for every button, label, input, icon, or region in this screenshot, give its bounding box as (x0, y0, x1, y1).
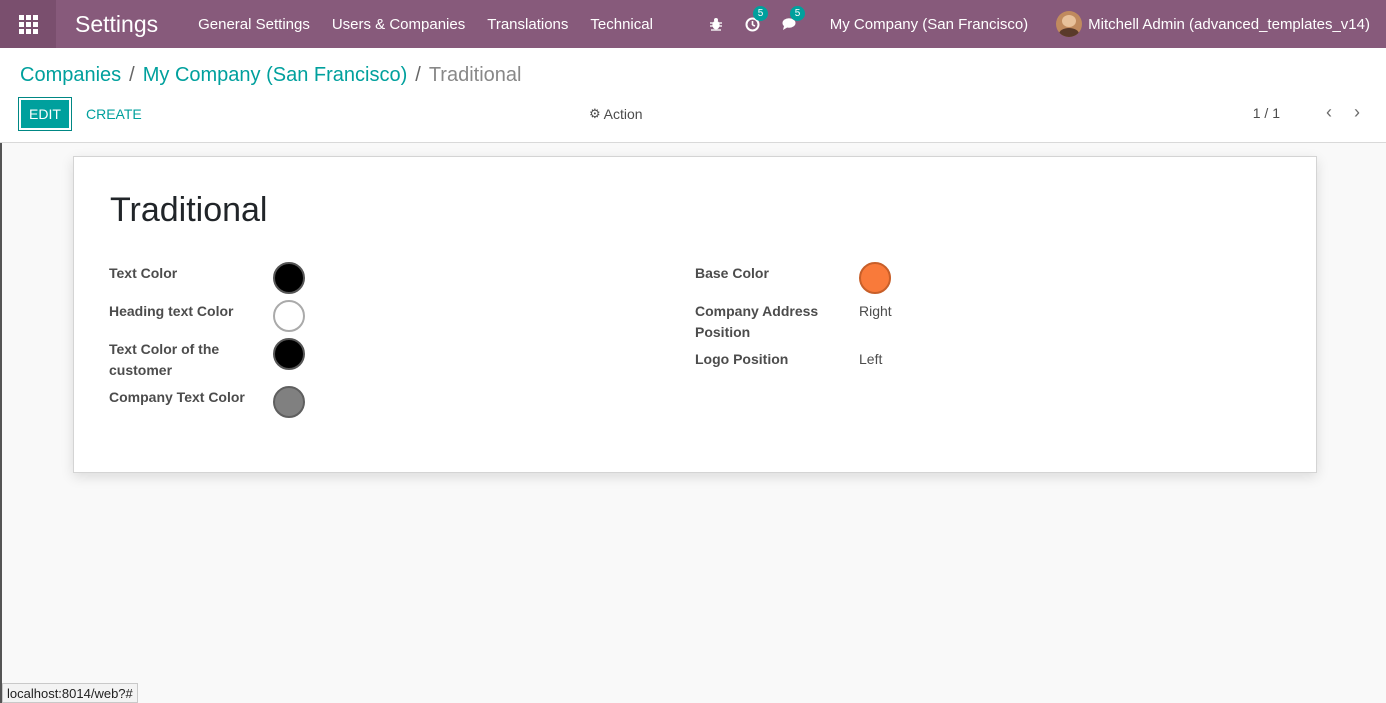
messages-button[interactable]: 5 (782, 6, 806, 31)
customer-text-color-label: Text Color of the customer (109, 341, 220, 378)
company-address-position-value: Right (859, 303, 892, 319)
app-title: Settings (75, 10, 159, 37)
breadcrumb-current: Traditional (428, 64, 522, 86)
status-bar-url: localhost:8014/web?# (2, 683, 138, 703)
text-color-label: Text Color (109, 265, 178, 281)
breadcrumb: Companies / My Company (San Francisco) /… (20, 64, 521, 87)
navbar-right: 5 5 My Company (San Francisco) Mitchell … (709, 0, 1386, 48)
company-address-position-label: Company Address Position (695, 303, 819, 340)
create-button[interactable]: CREATE (86, 106, 142, 122)
text-color-swatch[interactable] (273, 262, 305, 294)
base-color-swatch[interactable] (859, 262, 891, 294)
logo-position-label: Logo Position (695, 351, 789, 367)
heading-text-color-label: Heading text Color (109, 303, 234, 319)
pager-value[interactable]: 1 / 1 (1253, 105, 1280, 121)
form-sheet: Traditional Text Color Heading text Colo… (73, 156, 1317, 473)
customer-text-color-swatch[interactable] (273, 338, 305, 370)
heading-text-color-swatch[interactable] (273, 300, 305, 332)
user-menu[interactable]: Mitchell Admin (advanced_templates_v14) (1056, 11, 1370, 37)
apps-grid-icon (18, 14, 38, 34)
menu-translations[interactable]: Translations (487, 16, 568, 33)
message-count-badge: 5 (789, 6, 806, 21)
company-text-color-swatch[interactable] (273, 386, 305, 418)
activity-count-badge: 5 (752, 5, 769, 21)
top-navbar: Settings General Settings Users & Compan… (0, 0, 1386, 48)
company-text-color-label: Company Text Color (109, 389, 245, 405)
menu-users-companies[interactable]: Users & Companies (332, 16, 465, 33)
company-switcher[interactable]: My Company (San Francisco) (830, 16, 1028, 33)
left-divider (0, 143, 2, 703)
record-title: Traditional (110, 191, 268, 229)
menu-general-settings[interactable]: General Settings (198, 16, 310, 33)
menu-technical[interactable]: Technical (590, 16, 653, 33)
breadcrumb-my-company[interactable]: My Company (San Francisco) (143, 64, 408, 87)
bug-icon (709, 18, 722, 31)
debug-button[interactable] (709, 17, 723, 31)
edit-button[interactable]: EDIT (18, 97, 72, 131)
user-name: Mitchell Admin (advanced_templates_v14) (1088, 15, 1370, 33)
action-label: Action (603, 106, 643, 122)
breadcrumb-separator: / (415, 64, 421, 86)
gear-icon: ⚙ (589, 106, 601, 121)
breadcrumb-separator: / (129, 64, 135, 86)
activity-button[interactable]: 5 (745, 5, 769, 32)
avatar (1056, 11, 1083, 37)
pager-previous-icon[interactable]: ‹ (1326, 102, 1332, 123)
pager-next-icon[interactable]: › (1354, 102, 1360, 123)
apps-menu-button[interactable] (0, 0, 56, 48)
breadcrumb-companies[interactable]: Companies (20, 64, 121, 87)
action-dropdown[interactable]: ⚙ Action (589, 106, 643, 122)
base-color-label: Base Color (695, 265, 769, 281)
control-panel: Companies / My Company (San Francisco) /… (0, 48, 1386, 143)
logo-position-value: Left (859, 351, 883, 367)
